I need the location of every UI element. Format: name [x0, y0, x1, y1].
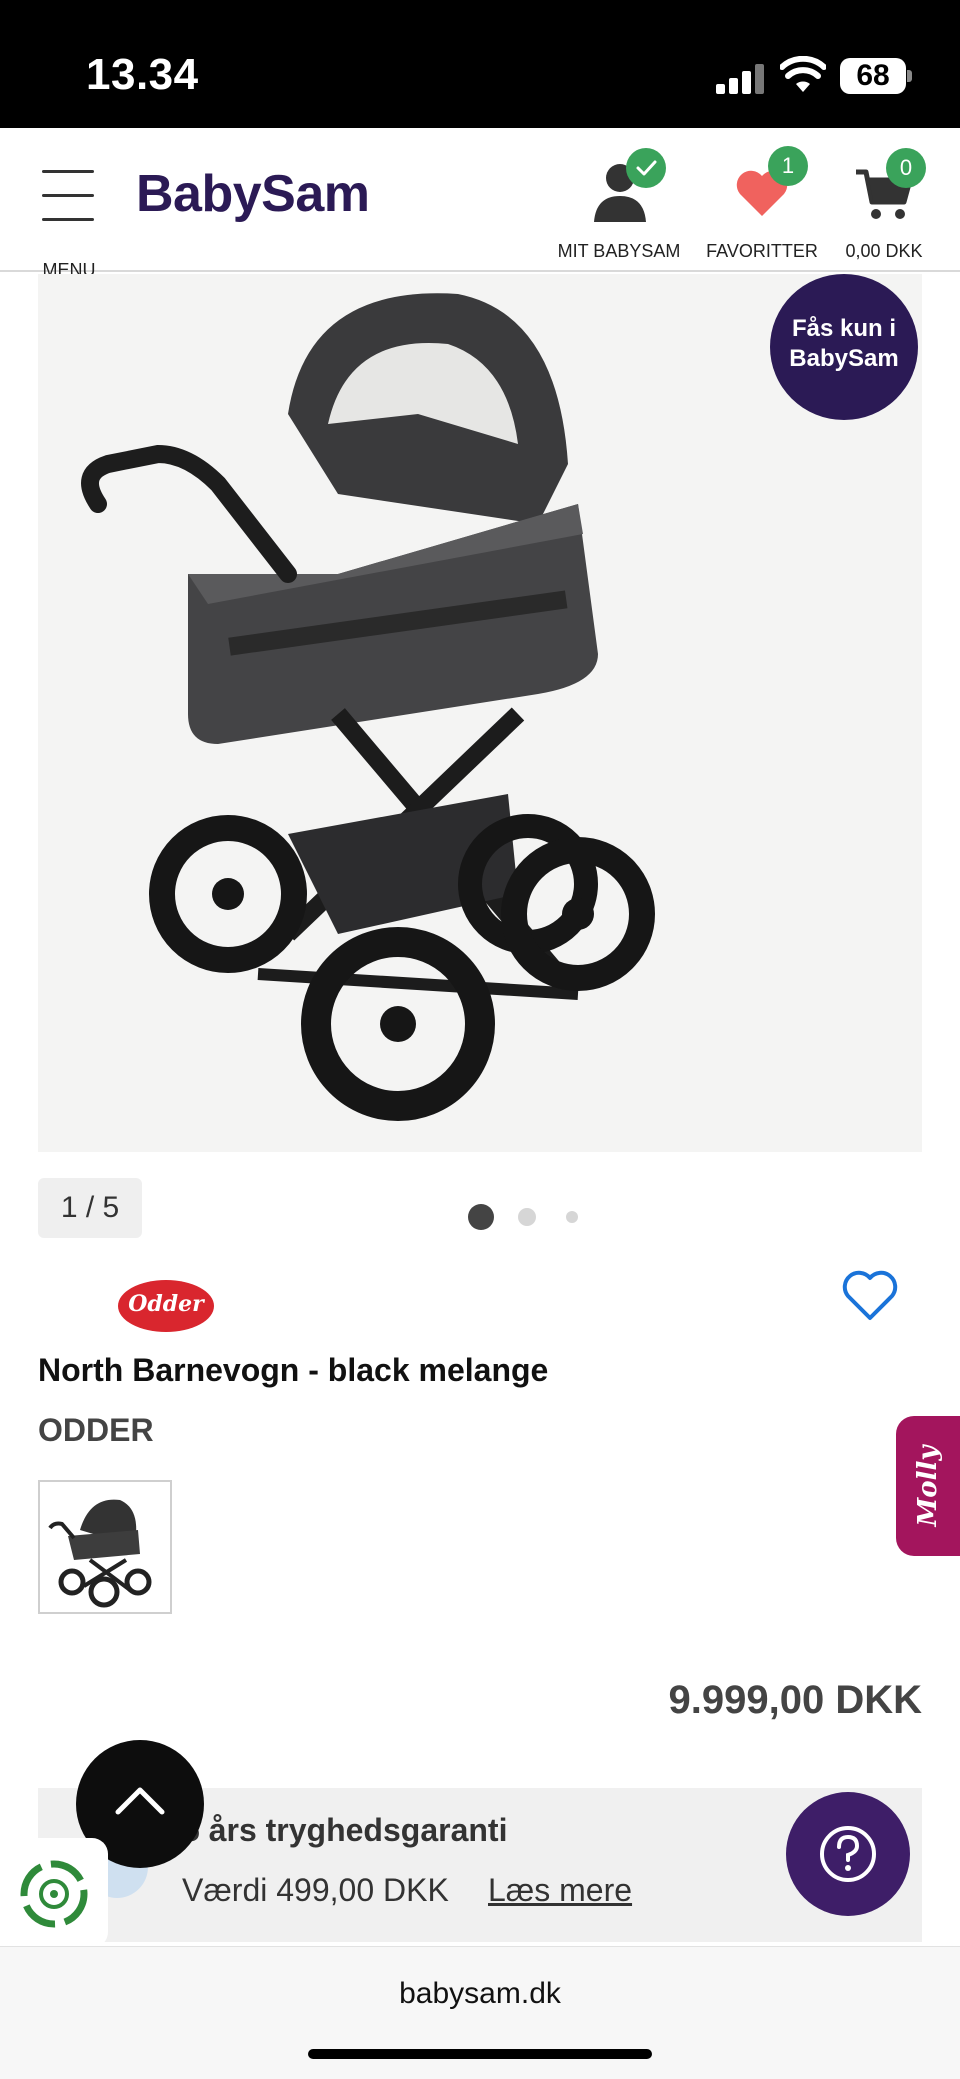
exclusive-badge-line1: Fås kun i	[791, 315, 897, 342]
status-bar: 13.34 68	[0, 0, 960, 128]
exclusive-badge: Fås kun i BabySam	[770, 274, 918, 420]
product-thumbnail[interactable]	[38, 1480, 172, 1614]
battery-icon: 68	[840, 58, 912, 94]
babysam-logo[interactable]: BabySam	[136, 164, 370, 224]
exclusive-badge-line2: BabySam	[789, 345, 899, 372]
heart-outline-icon	[842, 1270, 898, 1320]
guarantee-title: 5 års tryghedsgaranti	[182, 1812, 508, 1848]
pagination-dot[interactable]	[566, 1211, 578, 1223]
menu-button[interactable]: MENU	[38, 162, 100, 280]
brand-logo[interactable]: Odder	[118, 1280, 214, 1332]
cart-total-label: 0,00 DKK	[845, 241, 923, 261]
read-more-link[interactable]: Læs mere	[488, 1872, 632, 1909]
checkmark-badge	[626, 148, 666, 188]
account-label: MIT BABYSAM	[557, 241, 681, 261]
cart-count-badge: 0	[886, 148, 926, 188]
eco-badge[interactable]	[0, 1838, 108, 1948]
recycle-icon	[20, 1860, 88, 1928]
help-button[interactable]	[786, 1792, 910, 1916]
product-price: 9.999,00 DKK	[668, 1678, 922, 1722]
favorites-button[interactable]: 1 FAVORITTER	[706, 142, 818, 268]
wifi-icon	[780, 56, 826, 92]
browser-address-bar[interactable]: babysam.dk	[0, 1946, 960, 2079]
pagination-dot[interactable]	[518, 1208, 536, 1226]
product-title: North Barnevogn - black melange	[38, 1352, 549, 1388]
favorites-count-badge: 1	[768, 146, 808, 186]
question-mark-icon	[820, 1826, 876, 1882]
molly-label: Molly	[913, 1445, 943, 1527]
cellular-signal-icon	[716, 62, 764, 94]
pram-illustration	[81, 293, 655, 1121]
product-brand[interactable]: ODDER	[38, 1412, 154, 1449]
cart-button[interactable]: 0 0,00 DKK	[836, 142, 932, 268]
pram-thumbnail-image	[48, 1499, 152, 1608]
battery-level: 68	[840, 58, 906, 94]
add-to-favorites-button[interactable]	[840, 1268, 900, 1324]
image-counter: 1 / 5	[38, 1178, 142, 1238]
account-button[interactable]: MIT BABYSAM	[556, 142, 682, 268]
checkmark-icon	[636, 160, 657, 176]
guarantee-value: Værdi 499,00 DKK	[182, 1872, 449, 1908]
product-image[interactable]	[38, 274, 922, 1152]
site-header: MENU BabySam MIT BABYSAM 1 FAVORITTER 0 …	[0, 128, 960, 280]
status-time: 13.34	[86, 50, 199, 99]
pagination-dot-active[interactable]	[468, 1204, 494, 1230]
url-text[interactable]: babysam.dk	[0, 1977, 960, 2011]
home-indicator[interactable]	[308, 2049, 652, 2059]
favorites-label: FAVORITTER	[706, 241, 818, 261]
molly-chat-tab[interactable]: Molly	[896, 1416, 960, 1556]
